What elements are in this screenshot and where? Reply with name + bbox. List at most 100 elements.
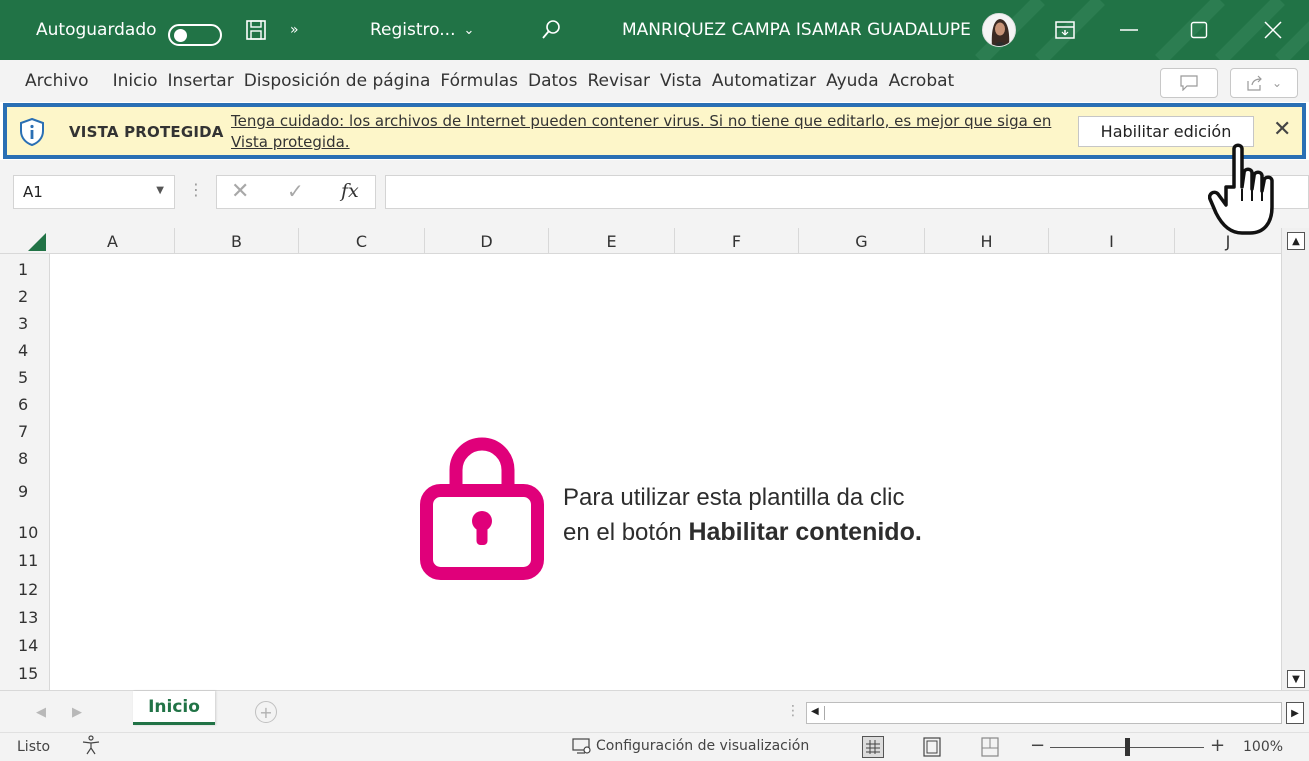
page-layout-view-icon[interactable] — [922, 736, 942, 758]
document-name[interactable]: Registro... ⌄ — [370, 0, 474, 60]
name-box-value: A1 — [23, 183, 43, 201]
row-header[interactable]: 1 — [0, 256, 50, 283]
avatar[interactable] — [982, 13, 1016, 47]
column-header-a[interactable]: A — [51, 228, 175, 254]
close-icon[interactable] — [1263, 0, 1283, 60]
autosave-label: Autoguardado — [36, 20, 157, 40]
column-header-b[interactable]: B — [175, 228, 299, 254]
chevron-down-icon[interactable]: ▼ — [156, 185, 164, 196]
row-header[interactable]: 2 — [0, 283, 50, 310]
chevron-down-icon: ⌄ — [1271, 76, 1283, 90]
sheet-tab-inicio[interactable]: Inicio — [133, 691, 215, 725]
normal-view-icon[interactable] — [862, 736, 884, 758]
row-header[interactable]: 6 — [0, 391, 50, 418]
share-button[interactable]: ⌄ — [1230, 68, 1298, 98]
zoom-in-button[interactable]: + — [1210, 735, 1225, 756]
name-box[interactable]: A1 ▼ — [13, 175, 175, 209]
select-all-triangle-icon — [28, 233, 46, 251]
row-header[interactable]: 12 — [0, 576, 50, 603]
row-header[interactable]: 4 — [0, 337, 50, 364]
select-all-button[interactable] — [0, 228, 50, 254]
tab-revisar[interactable]: Revisar — [582, 71, 655, 91]
tab-vista[interactable]: Vista — [655, 71, 707, 91]
zoom-out-button[interactable]: − — [1030, 735, 1045, 756]
add-sheet-icon[interactable]: + — [255, 701, 277, 723]
shield-info-icon — [19, 117, 45, 150]
autosave-toggle[interactable] — [168, 24, 222, 46]
split-handle-icon[interactable]: ⋮ — [786, 703, 800, 719]
instruction-line-2-prefix: en el botón — [563, 519, 689, 546]
enter-icon[interactable]: ✓ — [287, 179, 304, 203]
page-break-view-icon[interactable] — [980, 736, 1000, 758]
row-header[interactable]: 8 — [0, 445, 50, 472]
column-header-d[interactable]: D — [425, 228, 549, 254]
cancel-icon[interactable]: ✕ — [231, 179, 249, 204]
horizontal-scrollbar[interactable]: ◀ — [806, 702, 1282, 724]
ribbon-display-options-icon[interactable] — [1055, 0, 1075, 60]
save-icon[interactable] — [245, 0, 267, 60]
zoom-slider-thumb[interactable] — [1125, 738, 1130, 756]
row-header[interactable]: 10 — [0, 519, 50, 546]
column-header-c[interactable]: C — [299, 228, 425, 254]
row-header[interactable]: 9 — [0, 478, 50, 505]
tab-formulas[interactable]: Fórmulas — [435, 71, 523, 91]
insert-function-button[interactable]: fx — [341, 180, 359, 202]
instruction-line-1: Para utilizar esta plantilla da clic — [563, 484, 905, 511]
row-header[interactable]: 11 — [0, 547, 50, 574]
title-bar: Autoguardado » Registro... ⌄ MANRIQUEZ C… — [0, 0, 1309, 60]
instruction-text: Para utilizar esta plantilla da clic en … — [563, 480, 922, 550]
tab-datos[interactable]: Datos — [523, 71, 582, 91]
column-header-g[interactable]: G — [799, 228, 925, 254]
close-icon[interactable]: ✕ — [1273, 117, 1291, 142]
sheet-tabs-bar: ◀ ▶ Inicio + ⋮ ◀ ▶ — [0, 690, 1309, 732]
instruction-line-2: en el botón Habilitar contenido. — [563, 515, 922, 550]
protected-view-title: VISTA PROTEGIDA — [69, 123, 224, 141]
row-header[interactable]: 15 — [0, 660, 50, 687]
display-settings-label: Configuración de visualización — [596, 738, 810, 754]
user-name[interactable]: MANRIQUEZ CAMPA ISAMAR GUADALUPE — [622, 0, 971, 60]
prev-sheet-icon[interactable]: ◀ — [36, 705, 46, 720]
row-header[interactable]: 14 — [0, 632, 50, 659]
tab-insertar[interactable]: Insertar — [163, 71, 239, 91]
formula-input[interactable] — [385, 175, 1309, 209]
row-header[interactable]: 3 — [0, 310, 50, 337]
display-settings-icon — [572, 738, 591, 754]
scroll-down-icon[interactable]: ▼ — [1287, 670, 1305, 688]
accessibility-icon[interactable] — [80, 735, 102, 760]
status-ready: Listo — [17, 739, 51, 755]
tab-automatizar[interactable]: Automatizar — [707, 71, 821, 91]
chevron-down-icon: ⌄ — [463, 22, 475, 38]
tab-ayuda[interactable]: Ayuda — [821, 71, 884, 91]
display-settings-button[interactable]: Configuración de visualización — [572, 737, 809, 755]
scroll-right-icon[interactable]: ▶ — [1286, 702, 1304, 724]
vertical-scrollbar[interactable]: ▲ ▼ — [1281, 228, 1309, 690]
zoom-level[interactable]: 100% — [1243, 739, 1283, 755]
minimize-icon[interactable] — [1120, 0, 1138, 60]
row-header[interactable]: 13 — [0, 604, 50, 631]
column-header-f[interactable]: F — [675, 228, 799, 254]
ribbon-tabs: Archivo Inicio Insertar Disposición de p… — [20, 71, 959, 91]
scroll-up-icon[interactable]: ▲ — [1287, 232, 1305, 250]
protected-view-bar: VISTA PROTEGIDA Tenga cuidado: los archi… — [3, 103, 1306, 159]
comments-button[interactable] — [1160, 68, 1218, 98]
share-icon — [1247, 75, 1262, 91]
column-header-e[interactable]: E — [549, 228, 675, 254]
tab-acrobat[interactable]: Acrobat — [884, 71, 960, 91]
scroll-left-icon[interactable]: ◀ — [811, 706, 825, 720]
row-header[interactable]: 5 — [0, 364, 50, 391]
cell-grid[interactable] — [51, 255, 1281, 690]
resize-handle-icon[interactable]: ⋮ — [188, 180, 204, 199]
more-commands-icon[interactable]: » — [290, 0, 299, 60]
protected-view-message[interactable]: Tenga cuidado: los archivos de Internet … — [231, 111, 1061, 153]
instruction-line-2-bold: Habilitar contenido. — [688, 518, 922, 546]
column-header-i[interactable]: I — [1049, 228, 1175, 254]
row-header[interactable]: 7 — [0, 418, 50, 445]
next-sheet-icon[interactable]: ▶ — [72, 705, 82, 720]
search-icon[interactable] — [540, 0, 562, 60]
tab-inicio[interactable]: Inicio — [108, 71, 163, 91]
tab-disposicion[interactable]: Disposición de página — [239, 71, 436, 91]
column-header-h[interactable]: H — [925, 228, 1049, 254]
maximize-icon[interactable] — [1190, 0, 1208, 60]
tab-archivo[interactable]: Archivo — [20, 71, 94, 91]
document-name-label: Registro... — [370, 20, 456, 40]
